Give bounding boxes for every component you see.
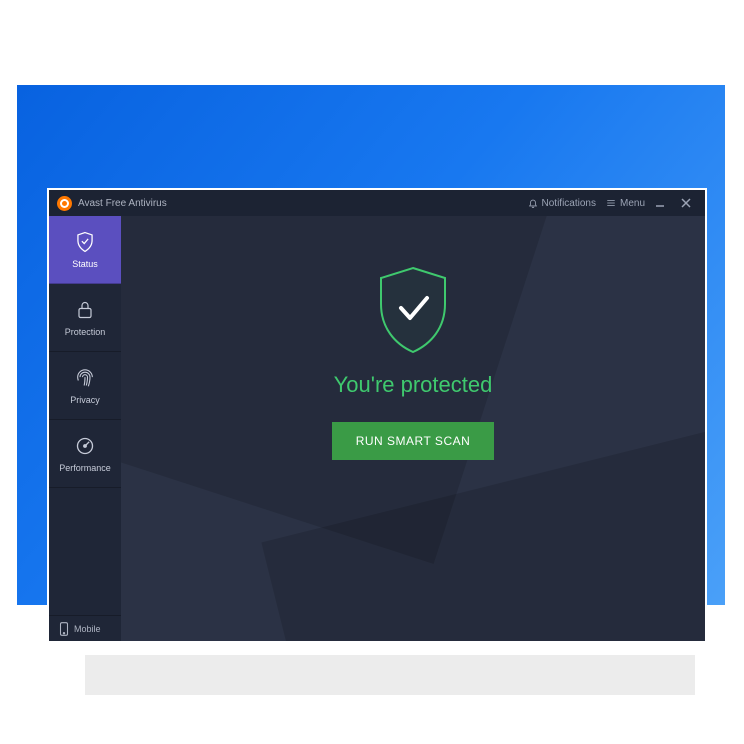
sidebar-item-protection[interactable]: Protection xyxy=(49,284,121,352)
sidebar-label-status: Status xyxy=(72,259,98,269)
sidebar-label-protection: Protection xyxy=(65,327,106,337)
sidebar-item-performance[interactable]: Performance xyxy=(49,420,121,488)
avast-logo-icon xyxy=(57,196,72,211)
status-message: You're protected xyxy=(334,372,493,398)
sidebar-label-privacy: Privacy xyxy=(70,395,100,405)
sidebar-label-performance: Performance xyxy=(59,463,111,473)
status-shield-icon xyxy=(373,264,453,356)
gauge-icon xyxy=(74,435,96,457)
sidebar-item-privacy[interactable]: Privacy xyxy=(49,352,121,420)
shield-check-icon xyxy=(74,231,96,253)
menu-label: Menu xyxy=(620,198,645,209)
title-bar: Avast Free Antivirus Notifications Menu xyxy=(49,190,705,216)
notifications-button[interactable]: Notifications xyxy=(528,198,596,209)
sidebar: Status Protection xyxy=(49,216,121,641)
lock-icon xyxy=(74,299,96,321)
mobile-icon xyxy=(59,622,69,636)
bell-icon xyxy=(528,198,538,208)
sidebar-item-status[interactable]: Status xyxy=(49,216,121,284)
main-panel: You're protected RUN SMART SCAN xyxy=(121,216,705,641)
menu-button[interactable]: Menu xyxy=(606,198,645,209)
fingerprint-icon xyxy=(74,367,96,389)
sidebar-item-mobile[interactable]: Mobile xyxy=(49,615,121,641)
minimize-button[interactable] xyxy=(649,198,671,208)
app-window: Avast Free Antivirus Notifications Menu xyxy=(47,188,707,643)
run-smart-scan-button[interactable]: RUN SMART SCAN xyxy=(332,422,495,460)
notifications-label: Notifications xyxy=(542,198,596,209)
app-title: Avast Free Antivirus xyxy=(78,198,167,209)
background-shadow xyxy=(85,655,695,695)
close-button[interactable] xyxy=(675,198,697,208)
hamburger-icon xyxy=(606,198,616,208)
sidebar-label-mobile: Mobile xyxy=(74,624,101,634)
